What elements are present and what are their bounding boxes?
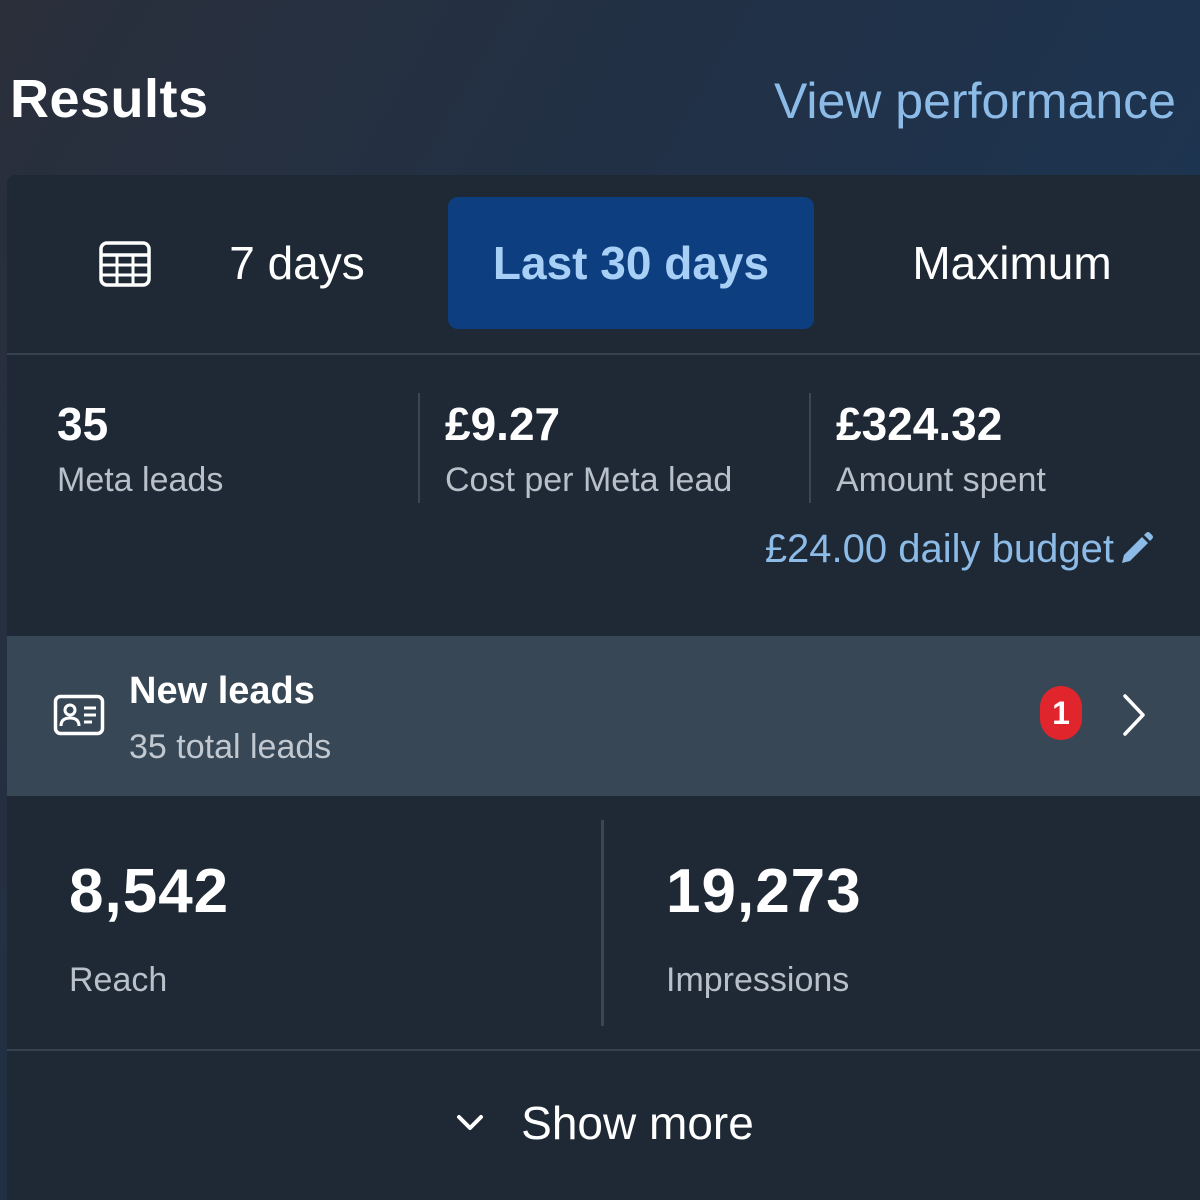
new-leads-row[interactable]: New leads 35 total leads 1 bbox=[7, 636, 1200, 796]
metric-label: Reach bbox=[69, 961, 168, 999]
metric-impressions: 19,273 Impressions bbox=[666, 856, 862, 1000]
calendar-grid-icon[interactable] bbox=[97, 240, 153, 288]
view-performance-link[interactable]: View performance bbox=[774, 72, 1176, 130]
chevron-right-icon bbox=[1123, 694, 1145, 736]
stat-label: Cost per Meta lead bbox=[445, 461, 733, 499]
stat-meta-leads: 35 Meta leads bbox=[57, 397, 223, 500]
metric-label: Impressions bbox=[666, 961, 850, 999]
pencil-icon bbox=[1122, 531, 1153, 563]
summary-stats: 35 Meta leads £9.27 Cost per Meta lead £… bbox=[7, 357, 1200, 637]
metric-value: 19,273 bbox=[666, 857, 862, 926]
total-leads-subtitle: 35 total leads bbox=[129, 728, 332, 766]
show-more-button[interactable]: Show more bbox=[7, 1053, 1200, 1193]
date-range-tabs: 7 days Last 30 days Maximum bbox=[7, 175, 1200, 355]
page-title: Results bbox=[10, 69, 209, 129]
results-header: Results View performance bbox=[0, 0, 1200, 175]
contact-card-icon bbox=[53, 694, 105, 736]
new-leads-title: New leads bbox=[129, 670, 315, 712]
show-more-label: Show more bbox=[521, 1097, 754, 1149]
divider bbox=[809, 393, 811, 503]
results-card: 7 days Last 30 days Maximum 35 Meta lead… bbox=[7, 175, 1200, 1200]
tab-last-30-days[interactable]: Last 30 days bbox=[448, 197, 814, 329]
reach-impressions: 8,542 Reach 19,273 Impressions bbox=[7, 796, 1200, 1051]
divider bbox=[601, 820, 604, 1026]
metric-reach: 8,542 Reach bbox=[69, 856, 229, 1000]
stat-amount-spent: £324.32 Amount spent bbox=[836, 397, 1046, 500]
stat-label: Meta leads bbox=[57, 461, 224, 499]
notification-badge: 1 bbox=[1040, 686, 1082, 740]
divider bbox=[418, 393, 420, 503]
stat-cost-per-lead: £9.27 Cost per Meta lead bbox=[445, 397, 732, 500]
tab-7-days[interactable]: 7 days bbox=[187, 197, 407, 329]
daily-budget-text: £24.00 daily budget bbox=[764, 527, 1114, 571]
chevron-down-icon bbox=[457, 1115, 484, 1130]
metric-value: 8,542 bbox=[69, 857, 230, 926]
stat-value: 35 bbox=[57, 398, 109, 450]
stat-label: Amount spent bbox=[836, 461, 1046, 499]
daily-budget-edit[interactable]: £24.00 daily budget bbox=[765, 527, 1154, 572]
stat-value: £9.27 bbox=[445, 398, 561, 450]
tab-maximum[interactable]: Maximum bbox=[867, 197, 1157, 329]
stat-value: £324.32 bbox=[836, 398, 1003, 450]
